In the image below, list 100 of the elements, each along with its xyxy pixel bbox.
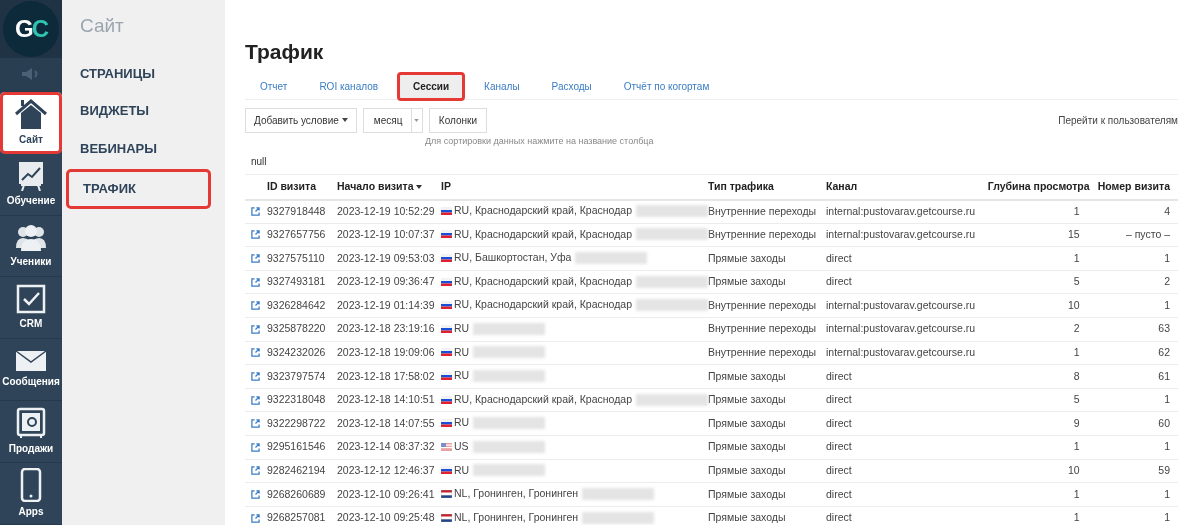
nav-item[interactable]: Сайт (0, 91, 62, 154)
column-header[interactable]: Номер визита (1097, 178, 1170, 195)
phone-icon (20, 468, 42, 502)
users-icon (15, 223, 47, 252)
table-cell: 9268257081 (267, 511, 326, 524)
external-link-icon[interactable] (251, 442, 260, 452)
sound-toggle[interactable] (0, 57, 62, 92)
add-condition-button[interactable]: Добавить условие (245, 107, 357, 133)
submenu-item[interactable]: ВЕБИНАРЫ (66, 131, 211, 165)
checkbox-icon (16, 284, 46, 315)
table-cell: 1 (1073, 440, 1080, 453)
table-cell: 2023-12-18 14:10:51 (337, 393, 435, 406)
logo[interactable]: GC (3, 0, 59, 57)
table-cell: 10 (1067, 298, 1080, 311)
table-cell: 9327657756 (267, 228, 326, 240)
external-link-icon[interactable] (251, 301, 260, 311)
table-cell: 1 (1164, 251, 1170, 264)
table-cell: internal:pustovarav.getcourse.ru (826, 228, 976, 240)
external-link-icon[interactable] (251, 348, 260, 358)
table-cell: 9326284642 (267, 298, 326, 311)
table-cell: 9268260689 (267, 487, 326, 500)
table-cell: 1 (1164, 393, 1170, 406)
table-cell-text: RU (454, 462, 470, 478)
table-cell: 2023-12-19 09:53:03 (337, 251, 435, 264)
external-link-icon[interactable] (251, 324, 260, 334)
tab[interactable]: ROI каналов (306, 74, 391, 98)
blurred-mark (636, 393, 708, 406)
table-cell: Прямые заходы (708, 487, 786, 500)
table-cell: RU (454, 368, 470, 384)
table-cell: 15 (1067, 228, 1080, 240)
table-cell: 2023-12-10 09:26:41 (337, 487, 435, 500)
flag-icon (441, 254, 452, 263)
columns-button[interactable]: Колонки (428, 107, 487, 133)
column-header[interactable]: Глубина просмотра (987, 178, 1090, 195)
external-link-icon[interactable] (251, 371, 260, 381)
table-cell: 59 (1158, 463, 1170, 476)
table-cell: direct (826, 275, 852, 288)
tab[interactable]: Сессии (397, 71, 466, 101)
column-header[interactable]: ID визита (267, 178, 316, 195)
external-link-icon[interactable] (251, 419, 260, 429)
external-link-icon[interactable] (251, 489, 260, 499)
external-link-icon[interactable] (251, 513, 260, 523)
table-cell: 2023-12-18 17:58:02 (337, 369, 435, 382)
external-link-icon[interactable] (251, 277, 260, 287)
table-cell: 9327918448 (267, 204, 326, 217)
table-cell: 2023-12-12 12:46:37 (337, 463, 435, 476)
flag-icon (441, 466, 452, 475)
table-cell-text: RU (454, 344, 470, 360)
tab[interactable]: Каналы (471, 74, 533, 98)
table-cell: direct (826, 487, 852, 500)
section-title: Сайт (79, 14, 125, 38)
table-cell: 2023-12-19 10:52:29 (337, 204, 435, 217)
tab[interactable]: Расходы (538, 74, 605, 98)
sort-caret-icon (415, 184, 422, 189)
flag-icon (441, 490, 452, 498)
table-cell: 1 (1164, 487, 1170, 500)
table-cell: internal:pustovarav.getcourse.ru (826, 298, 976, 311)
blurred-mark (636, 275, 708, 288)
flag-icon (441, 301, 452, 310)
column-header[interactable]: Канал (826, 178, 858, 195)
chart-board-icon (17, 160, 45, 191)
table-cell: 2023-12-18 23:19:16 (337, 322, 435, 335)
blurred-mark (636, 228, 708, 241)
tab[interactable]: Отчёт по когортам (610, 74, 723, 98)
table-cell: 63 (1158, 322, 1170, 335)
table-cell: 1 (1073, 346, 1080, 358)
table-cell-text: RU, Краснодарский край, Краснодар (454, 273, 632, 289)
users-link[interactable]: Перейти к пользователям (1058, 112, 1178, 128)
table-cell: direct (826, 511, 852, 524)
column-header[interactable]: Начало визита (337, 178, 422, 195)
table-cell: 2 (1073, 322, 1080, 335)
column-header[interactable]: IP (441, 178, 451, 195)
table-cell: 1 (1073, 511, 1080, 524)
tab[interactable]: Отчет (247, 74, 301, 98)
external-link-icon[interactable] (251, 395, 260, 405)
table-cell: 9322318048 (267, 393, 326, 406)
table-cell: 2023-12-10 09:25:48 (337, 511, 435, 524)
flag-icon (441, 372, 452, 380)
table-cell: Внутренние переходы (708, 228, 817, 240)
submenu-item[interactable]: ТРАФИК (66, 169, 211, 209)
submenu-item[interactable]: СТРАНИЦЫ (66, 56, 211, 90)
external-link-icon[interactable] (251, 466, 260, 476)
table-cell: 2023-12-19 09:36:47 (337, 275, 435, 288)
table-cell: 62 (1158, 346, 1170, 358)
table-cell: 1 (1073, 204, 1080, 217)
table-cell: 1 (1164, 440, 1170, 453)
table-cell: 1 (1073, 251, 1080, 264)
flag-icon (441, 348, 452, 357)
house-icon (14, 97, 48, 130)
flag-icon (441, 230, 452, 239)
column-header[interactable]: Тип трафика (708, 178, 774, 195)
submenu-item[interactable]: ВИДЖЕТЫ (66, 94, 211, 128)
table-cell: Внутренние переходы (708, 298, 817, 311)
table-cell: 2023-12-19 01:14:39 (337, 298, 435, 311)
external-link-icon[interactable] (251, 207, 260, 217)
external-link-icon[interactable] (251, 254, 260, 263)
table-cell: 2023-12-14 08:37:32 (337, 440, 435, 453)
external-link-icon[interactable] (251, 230, 260, 240)
table-cell: Внутренние переходы (708, 346, 817, 358)
period-dropdown[interactable]: месяц (362, 107, 423, 133)
